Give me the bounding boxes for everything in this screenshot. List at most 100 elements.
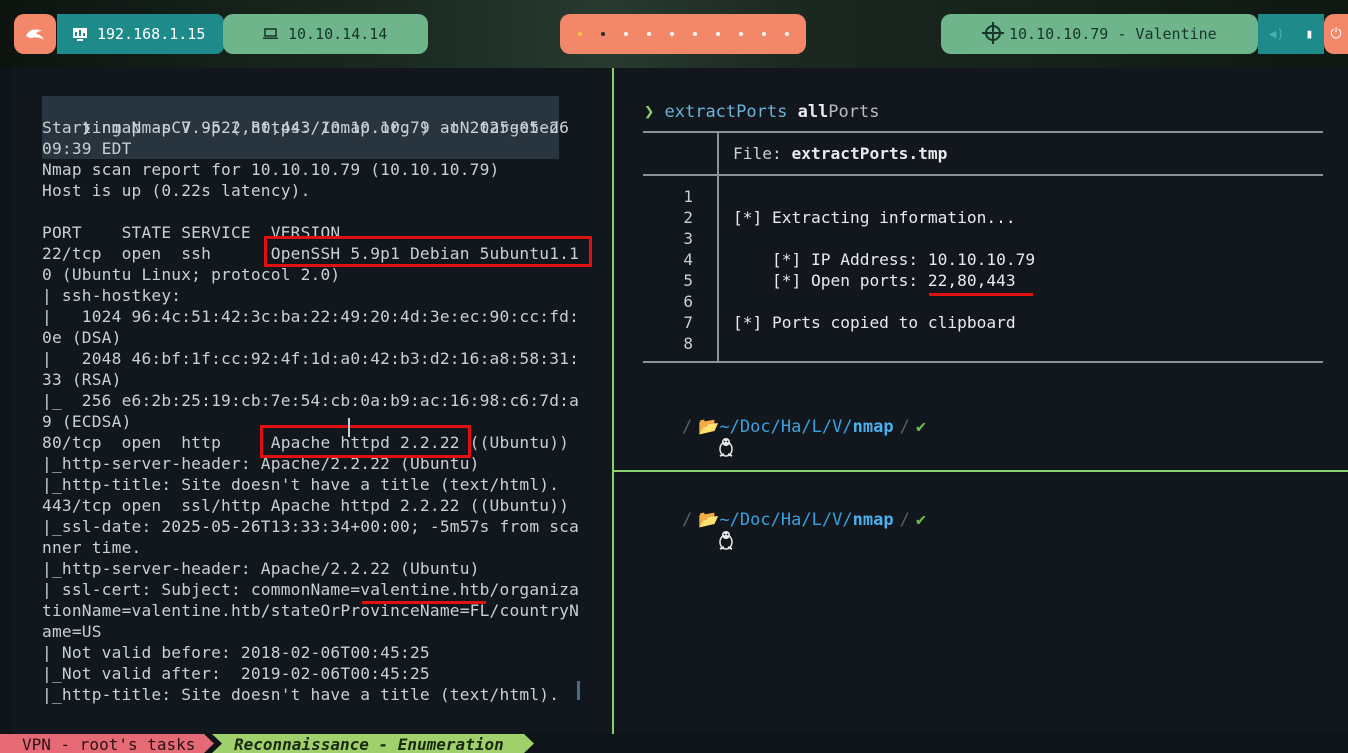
- workspace-switcher[interactable]: [560, 14, 806, 54]
- vpn-ip-widget[interactable]: 10.10.14.14: [223, 14, 428, 54]
- power-icon: ⏻: [1330, 26, 1342, 42]
- system-tray[interactable]: ◀) ▮: [1258, 14, 1324, 54]
- power-button[interactable]: ⏻: [1324, 14, 1348, 54]
- prompt-separator: /: [899, 510, 910, 530]
- left-terminal-pane[interactable]: ❯ nmap -sCV -p22,80,443 10.10.10.79 -oN …: [12, 68, 612, 734]
- file-line: [*] Open ports: 22,80,443: [733, 271, 1016, 290]
- terminal-line: |_http-title: Site doesn't have a title …: [42, 475, 560, 494]
- kali-dragon-icon: [26, 29, 44, 40]
- battery-icon[interactable]: ▮: [1306, 27, 1314, 42]
- line-number: 6: [683, 292, 693, 311]
- workspace-7[interactable]: [715, 32, 720, 36]
- prompt-separator: /: [682, 510, 693, 530]
- path-part: L: [811, 417, 822, 437]
- shell-prompt: / 📂 ~/Doc/Ha/L/V/nmap / ✔: [656, 510, 927, 550]
- prompt-separator: /: [682, 417, 693, 437]
- path-part: L: [811, 510, 822, 530]
- openssh-highlight-box: [264, 236, 592, 267]
- terminal-line: 443/tcp open ssl/http Apache httpd 2.2.2…: [42, 496, 570, 515]
- line-number: 2: [683, 208, 693, 227]
- line-number: 4: [683, 250, 693, 269]
- bat-file-header: File: extractPorts.tmp: [733, 144, 947, 163]
- network-monitor-icon: [73, 27, 87, 41]
- extractports-command: ❯ extractPorts allPorts: [644, 102, 879, 122]
- task-segment[interactable]: Reconnaissance - Enumeration: [212, 734, 534, 753]
- checkmark-icon: ✔: [915, 417, 927, 437]
- session-segment[interactable]: VPN - root's tasks: [0, 734, 214, 753]
- target-text: 10.10.10.79 - Valentine: [1009, 25, 1217, 43]
- prompt-path: ~/Doc/Ha/L/V/nmap: [719, 510, 894, 530]
- terminal-line: nner time.: [42, 538, 142, 557]
- hostname-underline: [362, 601, 486, 604]
- workspace-6[interactable]: [692, 32, 697, 36]
- workspace-3[interactable]: [623, 32, 628, 36]
- workspace-1[interactable]: [577, 32, 582, 36]
- line-number: 3: [683, 229, 693, 248]
- shell-prompt: / 📂 ~/Doc/Ha/L/V/nmap / ✔: [656, 417, 927, 457]
- terminal-line: |_http-server-header: Apache/2.2.22 (Ubu…: [42, 559, 480, 578]
- text-cursor: [348, 418, 350, 437]
- folder-icon: 📂: [698, 510, 720, 530]
- command-arg-bold: all: [797, 102, 829, 122]
- workspace-2[interactable]: [600, 32, 605, 36]
- file-name: extractPorts.tmp: [791, 144, 948, 163]
- terminal-line: | ssh-hostkey:: [42, 286, 182, 305]
- scrollbar-thumb[interactable]: [577, 681, 580, 700]
- line-number: 7: [683, 313, 693, 332]
- line-number: 8: [683, 334, 693, 353]
- path-part: V: [832, 417, 843, 437]
- local-ip-text: 192.168.1.15: [97, 25, 206, 43]
- path-current: nmap: [852, 417, 894, 437]
- checkmark-icon: ✔: [915, 510, 927, 530]
- workspace-10[interactable]: [784, 32, 789, 36]
- terminal-line: Host is up (0.22s latency).: [42, 181, 311, 200]
- terminal-line: | Not valid before: 2018-02-06T00:45:25: [42, 643, 430, 662]
- file-line: [*] IP Address: 10.10.10.79: [733, 250, 1036, 269]
- terminal-line: 9 (ECDSA): [42, 412, 132, 431]
- command-arg-rest: Ports: [828, 102, 880, 122]
- path-part: Ha: [780, 417, 802, 437]
- terminal-line: |_ssl-date: 2025-05-26T13:33:34+00:00; -…: [42, 517, 580, 536]
- workspace-4[interactable]: [646, 32, 651, 36]
- workspace-8[interactable]: [738, 32, 743, 36]
- line-number: 1: [683, 187, 693, 206]
- open-ports-underline: [929, 293, 1033, 296]
- file-line: [*] Extracting information...: [733, 208, 1016, 227]
- path-part: Doc: [739, 510, 771, 530]
- path-current: nmap: [852, 510, 894, 530]
- terminal-line: | 1024 96:4c:51:42:3c:ba:22:49:20:4d:3e:…: [42, 307, 580, 326]
- target-widget[interactable]: 10.10.10.79 - Valentine: [941, 14, 1258, 54]
- terminal-line: | ssl-cert: Subject: commonName=valentin…: [42, 580, 580, 599]
- path-home: ~/: [719, 417, 740, 437]
- terminal-line: 33 (RSA): [42, 370, 122, 389]
- prompt-separator: /: [899, 417, 910, 437]
- crosshair-icon: [982, 22, 1004, 44]
- terminal-line: tionName=valentine.htb/stateOrProvinceNa…: [42, 601, 580, 620]
- terminal-line: Nmap scan report for 10.10.10.79 (10.10.…: [42, 160, 500, 179]
- tmux-status-bar: VPN - root's tasks Reconnaissance - Enum…: [0, 734, 1348, 753]
- terminal-line: Starting Nmap 7.95 ( https://nmap.org ) …: [42, 118, 570, 137]
- bat-top-rule: [643, 131, 1323, 133]
- folder-icon: 📂: [698, 417, 720, 437]
- vpn-ip-text: 10.10.14.14: [288, 25, 388, 43]
- volume-icon[interactable]: ◀): [1269, 27, 1285, 42]
- command-name: extractPorts: [664, 102, 788, 122]
- local-ip-widget[interactable]: 192.168.1.15: [57, 14, 224, 54]
- menu-logo-button[interactable]: [14, 14, 56, 54]
- terminal-line: ame=US: [42, 622, 102, 641]
- prompt-path: ~/Doc/Ha/L/V/nmap: [719, 417, 894, 437]
- tux-icon: [656, 417, 734, 457]
- bat-output-frame: File: extractPorts.tmp 1 2 3 4 5 6 7 8 […: [643, 131, 1323, 363]
- path-part: V: [832, 510, 843, 530]
- bat-bottom-rule: [643, 361, 1323, 363]
- laptop-icon: [263, 28, 278, 39]
- terminal-line: |_http-title: Site doesn't have a title …: [42, 685, 560, 704]
- right-bottom-terminal-pane[interactable]: / 📂 ~/Doc/Ha/L/V/nmap / ✔: [614, 474, 1348, 734]
- file-line: [*] Ports copied to clipboard: [733, 313, 1016, 332]
- workspace-5[interactable]: [669, 32, 674, 36]
- workspace-9[interactable]: [761, 32, 766, 36]
- path-part: Ha: [780, 510, 802, 530]
- path-part: Doc: [739, 417, 771, 437]
- bat-mid-rule: [643, 174, 1323, 176]
- right-top-terminal-pane[interactable]: ❯ extractPorts allPorts File: extractPor…: [614, 68, 1348, 472]
